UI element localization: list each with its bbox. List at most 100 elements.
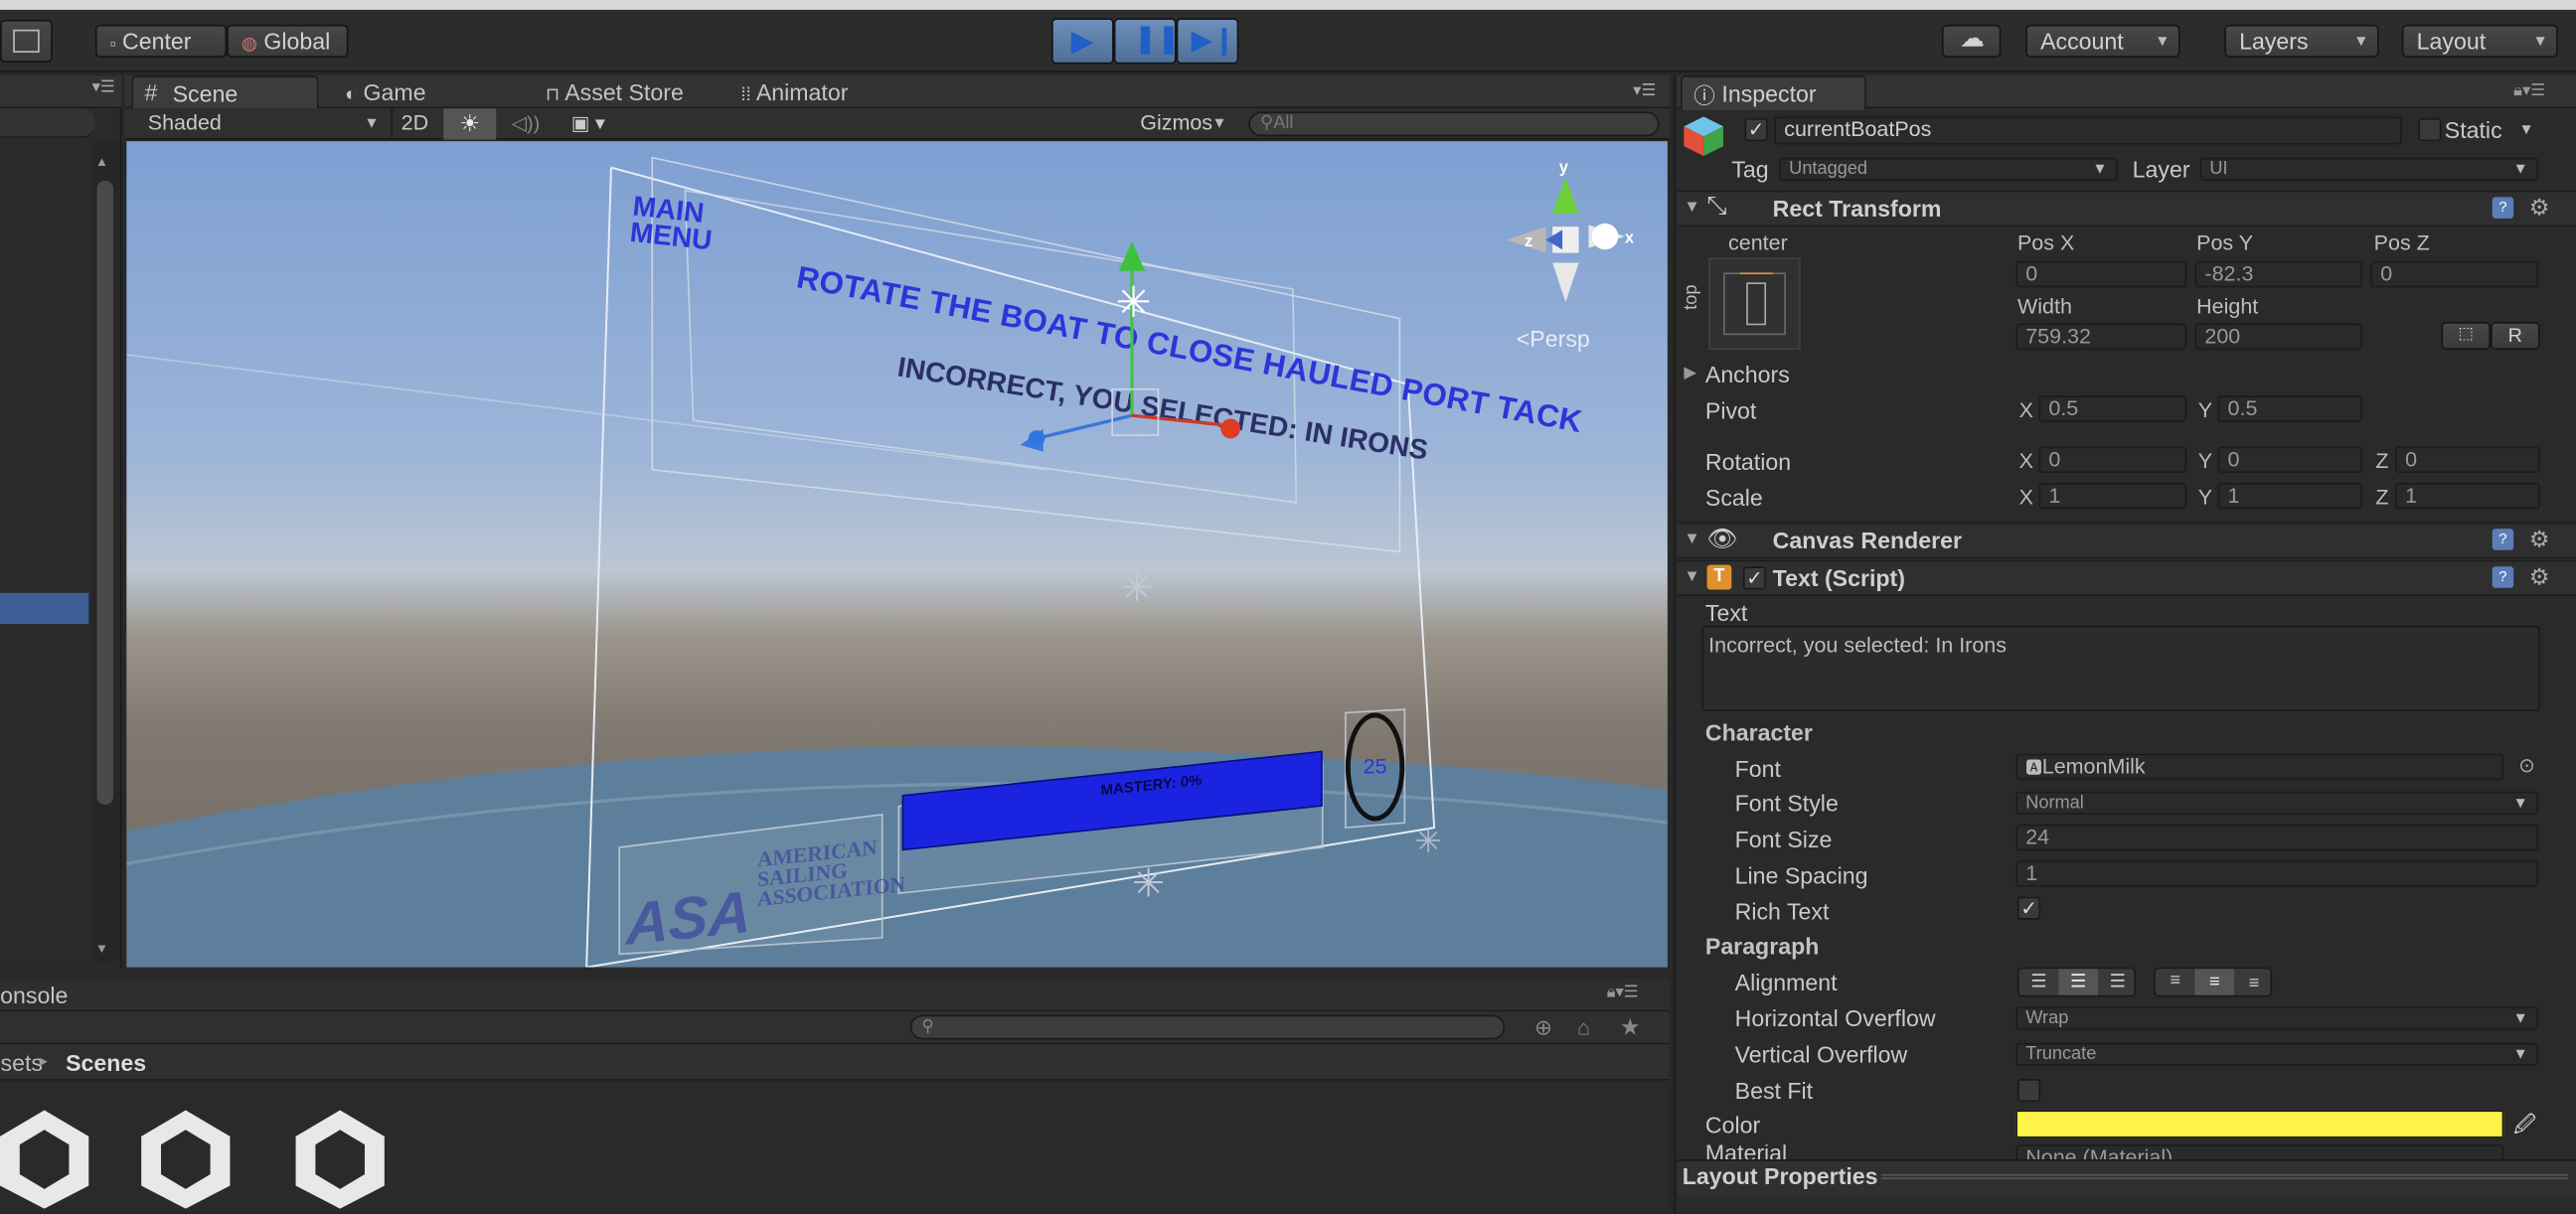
object-picker-icon[interactable]: ⊙ — [2518, 754, 2535, 777]
align-right-button[interactable]: ☰ — [2098, 969, 2138, 994]
rotation-x-input[interactable]: 0 — [2038, 446, 2187, 474]
text-content-textarea[interactable]: Incorrect, you selected: In Irons — [1701, 625, 2540, 711]
projection-toggle[interactable]: <Persp — [1517, 325, 1590, 351]
material-object-field[interactable]: None (Material) — [2015, 1144, 2504, 1160]
best-fit-checkbox[interactable] — [2016, 1079, 2041, 1103]
pos-z-input[interactable]: 0 — [2370, 260, 2538, 288]
font-style-dropdown[interactable]: Normal — [2015, 791, 2538, 815]
effects-dropdown[interactable]: ▣ ▾ — [556, 108, 621, 139]
orientation-gizmo[interactable]: y x z — [1504, 159, 1635, 312]
panel-menu-icon[interactable]: ▾☰ — [92, 78, 115, 96]
gear-icon[interactable]: ⚙ — [2529, 563, 2550, 591]
shading-mode-dropdown[interactable]: Shaded — [128, 108, 388, 139]
hierarchy-scrollbar[interactable]: ▲ ▼ — [91, 141, 119, 963]
audio-toggle[interactable]: ◁)) — [501, 108, 551, 139]
rect-transform-header[interactable]: ▼ ⤡ Rect Transform ? ⚙ — [1677, 190, 2576, 228]
static-dropdown-chevron-icon[interactable]: ▾ — [2521, 118, 2530, 140]
color-field[interactable] — [2015, 1110, 2504, 1138]
height-input[interactable]: 200 — [2194, 323, 2363, 351]
help-icon[interactable]: ? — [2492, 566, 2514, 588]
font-size-input[interactable]: 24 — [2015, 824, 2538, 851]
align-bottom-button[interactable]: ≡ — [2234, 969, 2274, 994]
anchors-label[interactable]: Anchors — [1705, 362, 1790, 387]
rect-tool-button[interactable] — [0, 19, 53, 63]
rotation-z-input[interactable]: 0 — [2395, 446, 2540, 474]
gear-icon[interactable]: ⚙ — [2529, 526, 2550, 553]
text-script-header[interactable]: ▼ T ✓ Text (Script) ? ⚙ — [1677, 559, 2576, 597]
tab-inspector[interactable]: ⓘ Inspector — [1681, 76, 1866, 110]
help-icon[interactable]: ? — [2492, 197, 2514, 219]
align-top-button[interactable]: ≡ — [2156, 969, 2195, 994]
breadcrumb-root[interactable]: Assets — [0, 1044, 43, 1080]
pos-y-input[interactable]: -82.3 — [2194, 260, 2363, 288]
align-middle-button[interactable]: ≡ — [2194, 969, 2235, 995]
tab-game[interactable]: ◐ Game — [345, 76, 425, 108]
mode-2d-toggle[interactable]: 2D — [391, 108, 436, 140]
unity-scene-asset-icon[interactable] — [289, 1107, 391, 1209]
raw-edit-button[interactable]: R — [2491, 321, 2540, 351]
active-checkbox[interactable]: ✓ — [1744, 118, 1768, 142]
hierarchy-scroll-thumb[interactable] — [96, 180, 114, 805]
step-button[interactable]: ▶❙ — [1176, 18, 1239, 65]
scale-y-input[interactable]: 1 — [2217, 482, 2363, 510]
help-icon[interactable]: ? — [2492, 529, 2514, 550]
lighting-toggle[interactable]: ☀ — [443, 108, 497, 140]
lock-icon[interactable]: 🔒︎▾☰ — [1607, 984, 1639, 1001]
layers-dropdown[interactable]: Layers — [2224, 24, 2379, 58]
hierarchy-search[interactable] — [0, 108, 95, 138]
static-checkbox[interactable] — [2418, 118, 2442, 142]
pivot-x-input[interactable]: 0.5 — [2038, 395, 2187, 422]
width-input[interactable]: 759.32 — [2015, 323, 2187, 351]
text-script-enabled-checkbox[interactable]: ✓ — [1742, 566, 1767, 590]
align-center-button[interactable]: ☰ — [2058, 969, 2098, 995]
space-mode-button[interactable]: ◍ Global — [227, 24, 349, 58]
pos-x-input[interactable]: 0 — [2015, 260, 2187, 288]
pivot-y-input[interactable]: 0.5 — [2217, 395, 2363, 422]
scene-search-input[interactable]: ⚲All — [1248, 111, 1660, 137]
horizontal-overflow-dropdown[interactable]: Wrap — [2015, 1006, 2538, 1030]
inspector-lock-icon[interactable]: 🔒︎▾☰ — [2513, 82, 2545, 100]
layer-dropdown[interactable]: UI — [2199, 157, 2538, 181]
layout-properties-header[interactable]: Layout Properties — [1677, 1159, 2576, 1196]
tab-asset-store[interactable]: ⊓ Asset Store — [546, 76, 684, 108]
line-spacing-input[interactable]: 1 — [2015, 860, 2538, 887]
rotation-y-input[interactable]: 0 — [2217, 446, 2363, 474]
breadcrumb-current[interactable]: Scenes — [66, 1044, 146, 1080]
gear-icon[interactable]: ⚙ — [2529, 194, 2550, 222]
scale-z-input[interactable]: 1 — [2395, 482, 2540, 510]
filter-by-label-icon[interactable]: ⌂ — [1577, 1015, 1590, 1040]
canvas-renderer-header[interactable]: ▼ 👁︎ Canvas Renderer ? ⚙ — [1677, 522, 2576, 559]
play-button[interactable]: ▶ — [1050, 18, 1114, 65]
cloud-button[interactable]: ☁ — [1941, 24, 2002, 58]
anchors-foldout-icon[interactable]: ▶ — [1684, 365, 1696, 382]
scale-x-input[interactable]: 1 — [2038, 482, 2187, 510]
project-search-input[interactable]: ⚲ — [909, 1014, 1506, 1040]
object-name-input[interactable]: currentBoatPos — [1774, 116, 2402, 145]
scene-panel-menu-icon[interactable]: ▾☰ — [1633, 82, 1656, 100]
layout-dropdown[interactable]: Layout — [2401, 24, 2558, 58]
favorites-star-icon[interactable]: ★ — [1620, 1013, 1641, 1041]
align-left-button[interactable]: ☰ — [2019, 969, 2059, 994]
scene-viewport[interactable]: MAIN MENU ROTATE THE BOAT TO CLOSE HAULE… — [126, 141, 1668, 968]
vertical-overflow-dropdown[interactable]: Truncate — [2015, 1042, 2538, 1066]
gizmos-dropdown[interactable]: Gizmos — [1130, 108, 1235, 139]
eyedropper-icon[interactable]: 🖉︎ — [2513, 1110, 2536, 1145]
anchor-presets-button[interactable] — [1708, 257, 1801, 351]
unity-scene-asset-icon[interactable] — [0, 1107, 95, 1209]
drag-handle[interactable] — [1880, 1173, 2568, 1179]
unity-scene-asset-icon[interactable] — [135, 1107, 237, 1209]
tag-dropdown[interactable]: Untagged — [1779, 157, 2118, 181]
main-menu-button-text[interactable]: MAIN MENU — [628, 191, 732, 256]
blueprint-mode-button[interactable]: ⬚ — [2441, 321, 2492, 351]
pause-button[interactable]: ❚❚ — [1113, 18, 1181, 65]
pivot-mode-button[interactable]: ▫ Center — [94, 24, 228, 58]
rich-text-checkbox[interactable]: ✓ — [2016, 896, 2041, 920]
move-gizmo[interactable]: ✳ — [1014, 231, 1243, 461]
font-object-field[interactable]: 🅰︎LemonMilk — [2015, 753, 2504, 781]
account-dropdown[interactable]: Account — [2025, 24, 2180, 58]
tab-scene[interactable]: # Scene — [131, 76, 319, 110]
tab-console[interactable]: Console — [0, 983, 68, 1008]
filter-by-type-icon[interactable]: ⊕ — [1534, 1015, 1552, 1041]
tab-animator[interactable]: ⁞⁞ Animator — [741, 76, 849, 108]
hierarchy-selected-row[interactable] — [0, 592, 89, 625]
